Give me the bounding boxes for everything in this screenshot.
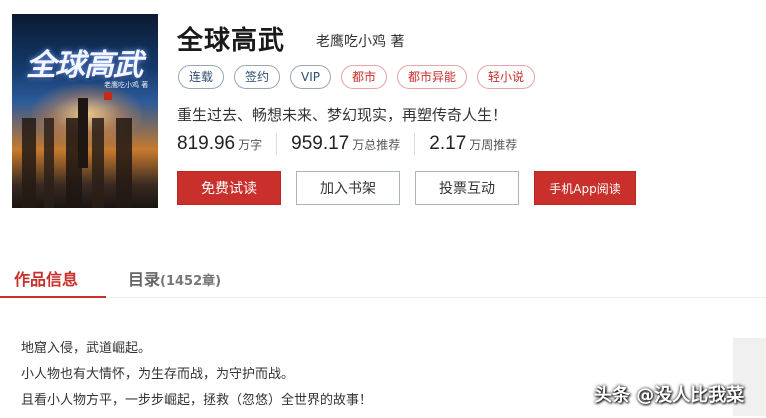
- author-name[interactable]: 老鹰吃小鸡 著: [316, 31, 404, 51]
- stat-value: 819.96: [177, 133, 236, 154]
- tab-catalog-label: 目录: [128, 270, 161, 289]
- free-read-button[interactable]: 免费试读: [177, 171, 281, 205]
- stat-word-count: 819.96 万字: [177, 133, 278, 155]
- book-title: 全球高武: [177, 26, 286, 56]
- app-read-button[interactable]: 手机App阅读: [534, 171, 636, 205]
- book-intro: 重生过去、畅想未来、梦幻现实，再塑传奇人生！: [177, 106, 508, 124]
- watermark: 头条 @没人比我菜: [594, 385, 745, 406]
- cover-author: 老鹰吃小鸡 著: [104, 81, 149, 89]
- stat-value: 2.17: [429, 133, 467, 154]
- tag-vip[interactable]: VIP: [290, 65, 332, 89]
- tab-catalog[interactable]: 目录(1452章): [128, 266, 221, 290]
- tab-book-info[interactable]: 作品信息: [14, 266, 78, 290]
- vote-button[interactable]: 投票互动: [415, 171, 519, 205]
- stat-weekly-recommend: 2.17 万周推荐: [429, 133, 531, 155]
- tab-bar: 作品信息 目录(1452章): [0, 258, 766, 298]
- tag-serializing[interactable]: 连载: [178, 65, 225, 89]
- stat-unit: 万周推荐: [469, 138, 518, 152]
- description-line: 地窟入侵，武道崛起。: [21, 341, 152, 356]
- tag-urban-ability[interactable]: 都市异能: [397, 65, 468, 89]
- tag-light-novel[interactable]: 轻小说: [477, 65, 536, 89]
- book-stats: 819.96 万字 959.17 万总推荐 2.17 万周推荐: [177, 133, 545, 155]
- stat-value: 959.17: [291, 133, 350, 154]
- description-line: 小人物也有大情怀，为生存而战，为守护而战。: [21, 367, 295, 382]
- cover-title: 全球高武: [26, 48, 143, 83]
- tab-divider: [0, 297, 766, 298]
- stat-unit: 万字: [238, 138, 263, 152]
- active-tab-indicator: [0, 296, 106, 298]
- description-line: 且看小人物方平，一步步崛起，拯救（忽悠）全世界的故事！: [21, 393, 373, 408]
- tag-urban[interactable]: 都市: [341, 65, 388, 89]
- stat-unit: 万总推荐: [352, 138, 401, 152]
- book-cover[interactable]: 全球高武 老鹰吃小鸡 著: [12, 14, 158, 208]
- cover-tower: [78, 98, 88, 168]
- tag-list: 连载 签约 VIP 都市 都市异能 轻小说: [178, 65, 536, 89]
- cover-seal: [104, 92, 112, 100]
- book-description: 地窟入侵，武道崛起。 小人物也有大情怀，为生存而战，为守护而战。 且看小人物方平…: [21, 340, 372, 418]
- stat-total-recommend: 959.17 万总推荐: [291, 133, 416, 155]
- tab-catalog-count: (1452章): [160, 274, 222, 289]
- add-to-shelf-button[interactable]: 加入书架: [296, 171, 400, 205]
- tag-signed[interactable]: 签约: [234, 65, 281, 89]
